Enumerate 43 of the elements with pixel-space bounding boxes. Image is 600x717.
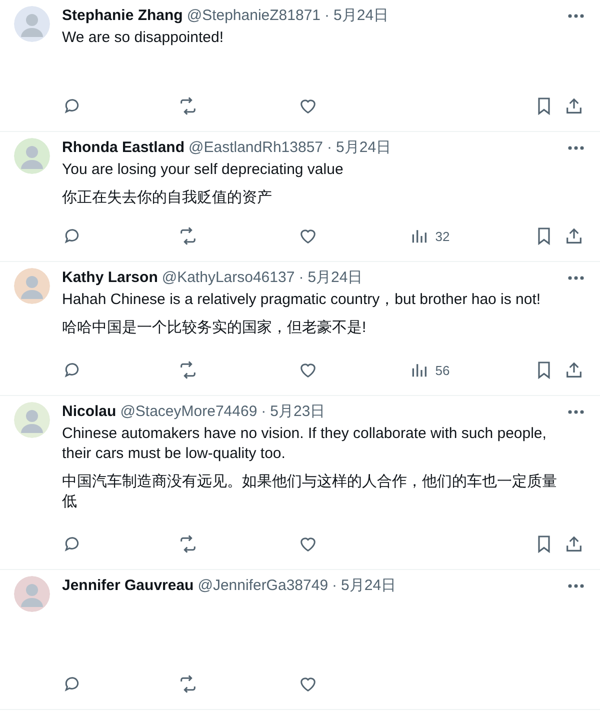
user-handle[interactable]: @StephanieZ81871 bbox=[186, 6, 321, 26]
separator-dot: · bbox=[261, 402, 266, 422]
reply-text: You are losing your self depreciating value bbox=[62, 160, 344, 180]
more-icon[interactable] bbox=[568, 584, 584, 588]
repost-icon[interactable] bbox=[178, 96, 198, 116]
repost-icon[interactable] bbox=[178, 674, 198, 694]
reply-text: 中国汽车制造商没有远见。如果他们与这样的人合作，他们的车也一定质量低 bbox=[62, 472, 558, 512]
user-handle[interactable]: @KathyLarso46137 bbox=[162, 268, 295, 288]
post-date[interactable]: 5月24日 bbox=[341, 576, 396, 596]
view-count: 32 bbox=[435, 228, 450, 244]
reply-text: 你正在失去你的自我贬值的资产 bbox=[62, 188, 273, 208]
user-name[interactable]: Nicolau bbox=[62, 402, 116, 422]
more-icon[interactable] bbox=[568, 276, 584, 280]
post-date[interactable]: 5月23日 bbox=[270, 402, 326, 422]
post-date[interactable]: 5月24日 bbox=[308, 268, 363, 288]
user-name[interactable]: Rhonda Eastland bbox=[62, 138, 185, 158]
reply-text: Chinese automakers have no vision. If they collaborate with such people, their cars must be low-quality too. bbox=[62, 424, 548, 464]
post-date[interactable]: 5月24日 bbox=[334, 6, 389, 26]
user-name[interactable]: Kathy Larson bbox=[62, 268, 158, 288]
user-handle[interactable]: @JenniferGa38749 bbox=[198, 576, 328, 596]
separator-dot: · bbox=[298, 268, 304, 288]
more-icon[interactable] bbox=[568, 410, 584, 414]
separator-dot: · bbox=[327, 138, 332, 158]
user-name[interactable]: Stephanie Zhang bbox=[62, 6, 183, 26]
share-icon[interactable] bbox=[564, 226, 584, 246]
repost-icon[interactable] bbox=[178, 226, 198, 246]
user-handle[interactable]: @StaceyMore74469 bbox=[120, 402, 258, 422]
share-icon[interactable] bbox=[564, 360, 584, 380]
separator-dot: · bbox=[332, 576, 338, 596]
share-icon[interactable] bbox=[564, 96, 584, 116]
repost-icon[interactable] bbox=[178, 360, 198, 380]
reply-text: We are so disappointed! bbox=[62, 28, 224, 48]
user-name[interactable]: Jennifer Gauvreau bbox=[62, 576, 194, 596]
view-count: 56 bbox=[435, 362, 450, 378]
more-icon[interactable] bbox=[568, 14, 584, 18]
share-icon[interactable] bbox=[564, 534, 584, 554]
reply-text: Hahah Chinese is a relatively pragmatic country，but brother hao is not! bbox=[62, 290, 542, 310]
more-icon[interactable] bbox=[568, 146, 584, 150]
post-date[interactable]: 5月24日 bbox=[336, 138, 392, 158]
reply-text: 哈哈中国是一个比较务实的国家，但老豪不是! bbox=[62, 318, 368, 338]
repost-icon[interactable] bbox=[178, 534, 198, 554]
user-handle[interactable]: @EastlandRh13857 bbox=[188, 138, 324, 158]
separator-dot: · bbox=[324, 6, 330, 26]
